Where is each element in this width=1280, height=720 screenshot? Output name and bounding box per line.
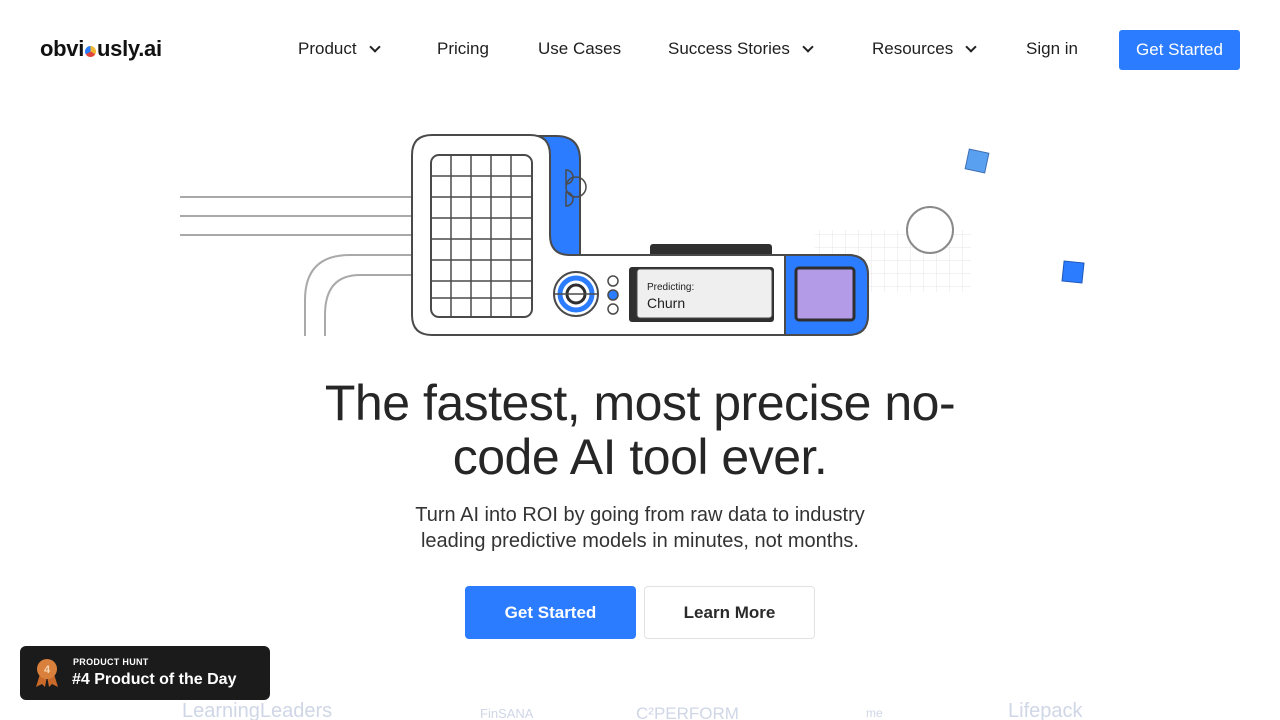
hero-illustration: Predicting: Churn (180, 134, 1085, 336)
data-lines (180, 196, 412, 336)
indicator-dot (607, 275, 619, 287)
client-logo-learningleaders: LearningLeaders (182, 700, 333, 720)
data-table-grid (430, 154, 533, 318)
hero-get-started-button[interactable]: Get Started (465, 586, 636, 639)
floating-circle (906, 206, 954, 254)
hero-headline: The fastest, most precise no- code AI to… (240, 376, 1040, 484)
client-logo-lifepack: Lifepack (1008, 700, 1083, 720)
output-screen (794, 266, 856, 322)
indicator-dot-active (607, 289, 619, 301)
product-hunt-title: #4 Product of the Day (72, 671, 237, 688)
prediction-value: Churn (647, 295, 685, 311)
hero-headline-line1: The fastest, most precise no- (324, 375, 956, 431)
prediction-label: Predicting: (647, 282, 694, 293)
device-dial (553, 271, 599, 317)
hero-headline-line2: code AI tool ever. (452, 429, 828, 485)
hero-subtitle-line2: leading predictive models in minutes, no… (420, 530, 859, 552)
client-logo-finsana: FinSANA (480, 706, 534, 720)
hero-subtitle-line1: Turn AI into ROI by going from raw data … (415, 504, 865, 526)
product-hunt-kicker: PRODUCT HUNT (73, 657, 149, 667)
client-logo-me: me (866, 706, 883, 720)
medal-icon: 4 (36, 659, 58, 687)
product-hunt-badge[interactable]: 4 PRODUCT HUNT #4 Product of the Day (20, 646, 270, 700)
floating-square-light (964, 148, 990, 174)
indicator-dot (607, 303, 619, 315)
client-logo-c2perform: C²PERFORM (636, 704, 739, 720)
medal-rank: 4 (44, 664, 51, 676)
hero-subtitle: Turn AI into ROI by going from raw data … (380, 502, 900, 554)
learn-more-button[interactable]: Learn More (644, 586, 815, 639)
floating-square-blue (1061, 260, 1085, 284)
